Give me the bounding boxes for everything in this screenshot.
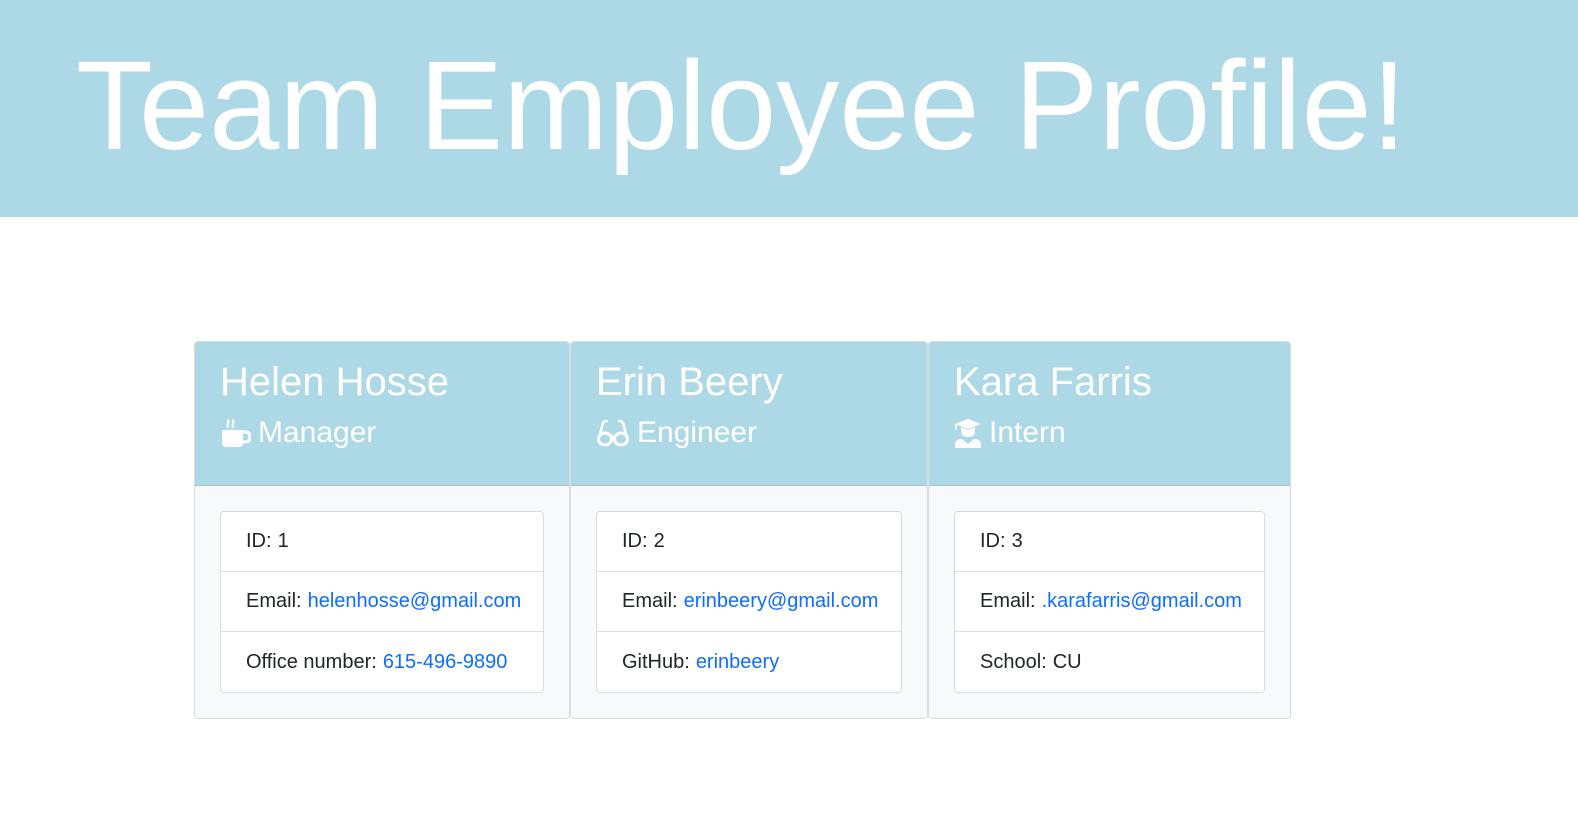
info-list: ID: 2 Email: erinbeery@gmail.com GitHub:… (596, 511, 902, 693)
employee-email-item: Email: erinbeery@gmail.com (597, 572, 901, 632)
id-value: 1 (277, 530, 289, 552)
card-header: Helen Hosse Manager (195, 342, 569, 486)
email-link[interactable]: .karafarris@gmail.com (1042, 590, 1242, 613)
card-body: ID: 3 Email: .karafarris@gmail.com Schoo… (929, 486, 1290, 718)
card-body: ID: 1 Email: helenhosse@gmail.com Office… (195, 486, 569, 718)
id-label: ID: (980, 530, 1006, 552)
info-list: ID: 1 Email: helenhosse@gmail.com Office… (220, 511, 544, 693)
email-label: Email: (980, 590, 1036, 612)
office-number-link[interactable]: 615-496-9890 (383, 651, 508, 674)
info-list: ID: 3 Email: .karafarris@gmail.com Schoo… (954, 511, 1265, 693)
employee-card-intern: Kara Farris Intern ID: 3 Email: .karafar… (928, 341, 1291, 719)
page-header: Team Employee Profile! (0, 0, 1578, 217)
office-number-item: Office number: 615-496-9890 (221, 632, 543, 692)
employee-id-item: ID: 2 (597, 512, 901, 572)
employee-cards: Helen Hosse Manager ID: 1 Email: helenho… (194, 341, 1291, 719)
github-label: GitHub: (622, 650, 690, 673)
coffee-mug-icon (220, 418, 251, 448)
glasses-icon (596, 418, 630, 448)
card-header: Erin Beery Engineer (571, 342, 927, 486)
card-body: ID: 2 Email: erinbeery@gmail.com GitHub:… (571, 486, 927, 718)
role-label: Manager (258, 416, 377, 449)
employee-email-item: Email: .karafarris@gmail.com (955, 572, 1264, 632)
employee-name: Erin Beery (596, 360, 783, 404)
employee-card-manager: Helen Hosse Manager ID: 1 Email: helenho… (194, 341, 570, 719)
employee-id-item: ID: 1 (221, 512, 543, 572)
employee-name: Helen Hosse (220, 360, 450, 404)
email-link[interactable]: helenhosse@gmail.com (308, 590, 522, 613)
email-label: Email: (622, 590, 678, 612)
card-header: Kara Farris Intern (929, 342, 1290, 486)
github-link[interactable]: erinbeery (696, 651, 779, 674)
id-value: 3 (1011, 530, 1023, 552)
employee-card-engineer: Erin Beery Engineer ID: 2 Email: erinbee… (570, 341, 928, 719)
employee-role: Intern (954, 415, 1265, 451)
github-item: GitHub: erinbeery (597, 632, 901, 692)
page-title: Team Employee Profile! (76, 35, 1407, 176)
id-label: ID: (246, 530, 272, 552)
role-label: Engineer (637, 416, 758, 449)
employee-role: Manager (220, 415, 544, 451)
school-item: School: CU (955, 632, 1264, 692)
school-value: CU (1052, 650, 1082, 673)
employee-name: Kara Farris (954, 360, 1152, 404)
id-label: ID: (622, 530, 648, 552)
employee-email-item: Email: helenhosse@gmail.com (221, 572, 543, 632)
office-number-label: Office number: (246, 650, 377, 673)
id-value: 2 (653, 530, 665, 552)
email-label: Email: (246, 590, 302, 612)
school-label: School: (980, 650, 1047, 673)
employee-id-item: ID: 3 (955, 512, 1264, 572)
role-label: Intern (989, 416, 1066, 449)
email-link[interactable]: erinbeery@gmail.com (684, 590, 879, 613)
graduate-icon (954, 418, 982, 448)
employee-role: Engineer (596, 415, 902, 451)
